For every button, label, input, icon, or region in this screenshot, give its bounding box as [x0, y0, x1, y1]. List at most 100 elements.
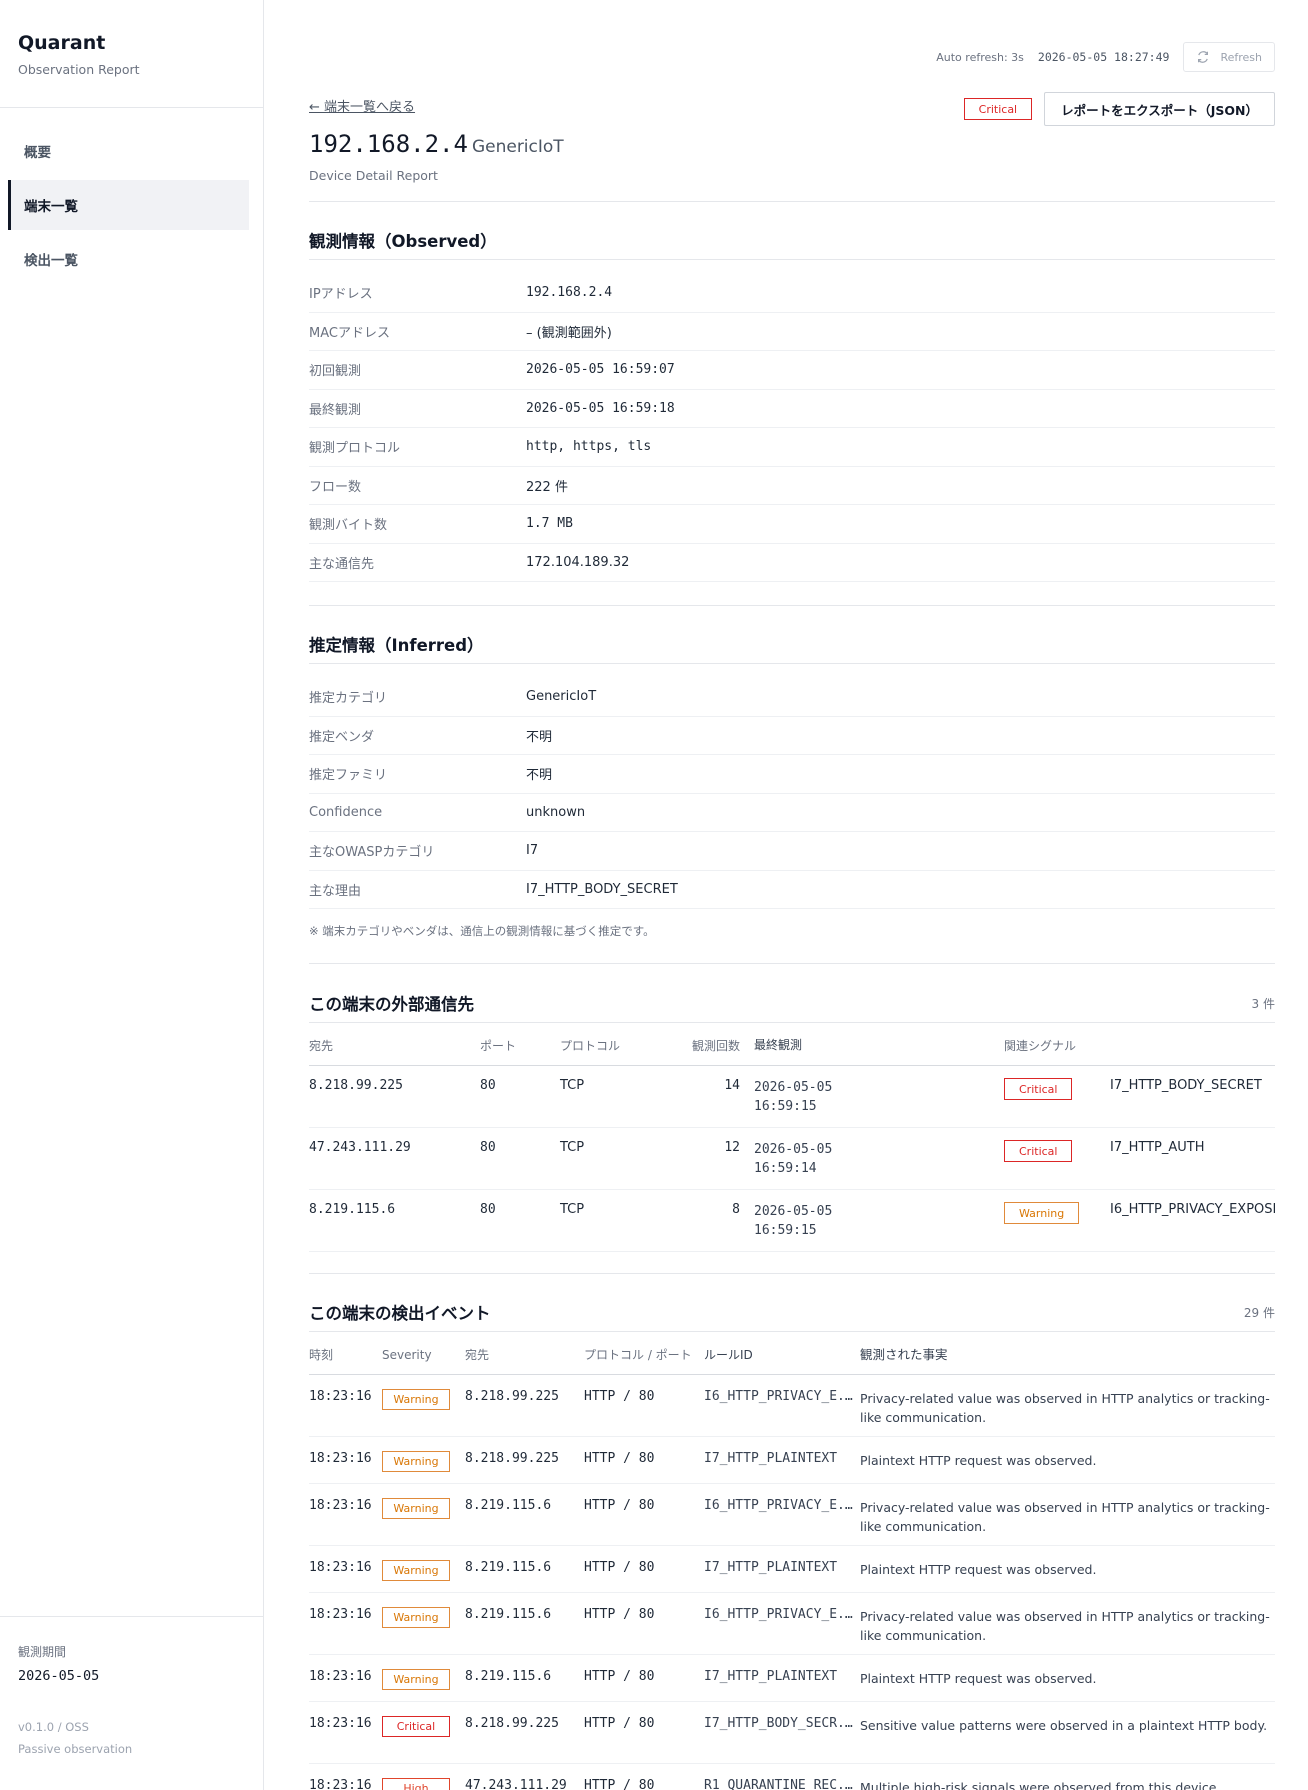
- inferred-row-key: 主なOWASPカテゴリ: [309, 845, 435, 861]
- destination-port: 80: [480, 1140, 496, 1155]
- destination-last-seen: 2026-05-05 16:59:14: [754, 1140, 1004, 1178]
- event-rule-id[interactable]: I7_HTTP_PLAINTEXT: [704, 1560, 860, 1575]
- event-time: 18:23:16: [309, 1560, 372, 1575]
- destinations-table: 宛先 ポート プロトコル 観測回数 最終観測 関連シグナル 8.218.99.2…: [309, 1026, 1275, 1252]
- events-table: 時刻 Severity 宛先 プロトコル / ポート ルールID 観測された事実…: [309, 1335, 1275, 1790]
- event-observed-fact: Privacy-related value was observed in HT…: [860, 1391, 1270, 1425]
- inferred-row: 推定ファミリ 不明: [309, 755, 1275, 794]
- sidebar-item-overview[interactable]: 概要: [8, 126, 249, 176]
- section-divider: [309, 605, 1275, 606]
- destination-protocol: TCP: [560, 1140, 585, 1155]
- col-protocol: プロトコル: [560, 1039, 621, 1053]
- observed-row-value: http, https, tls: [526, 439, 652, 455]
- event-rule-id[interactable]: I6_HTTP_PRIVACY_E...: [704, 1607, 860, 1622]
- event-observed-fact: Plaintext HTTP request was observed.: [860, 1562, 1097, 1577]
- sidebar-item-detections[interactable]: 検出一覧: [8, 234, 249, 284]
- period-label: 観測期間: [18, 1645, 67, 1659]
- inferred-row: 主なOWASPカテゴリ I7: [309, 832, 1275, 871]
- inferred-row: 推定ベンダ 不明: [309, 717, 1275, 755]
- event-protocol-port: HTTP / 80: [584, 1389, 655, 1404]
- refresh-button[interactable]: Refresh: [1183, 42, 1275, 72]
- last-seen-time: 16:59:15: [754, 1223, 817, 1238]
- event-severity-cell: Warning: [382, 1451, 465, 1472]
- event-severity-cell: Warning: [382, 1607, 465, 1628]
- sidebar-item-devices[interactable]: 端末一覧: [8, 180, 249, 230]
- destination-port: 80: [480, 1078, 496, 1093]
- inference-note: ※ 端末カテゴリやベンダは、通信上の観測情報に基づく推定です。: [309, 924, 655, 938]
- destinations-section-title: この端末の外部通信先: [309, 995, 474, 1014]
- destination-severity-cell: Warning: [1004, 1202, 1110, 1224]
- version-label: v0.1.0 / OSS: [18, 1720, 89, 1734]
- destination-severity-cell: Critical: [1004, 1140, 1110, 1162]
- severity-badge: Warning: [382, 1607, 450, 1628]
- severity-badge: High: [382, 1778, 450, 1790]
- refresh-label: Refresh: [1220, 50, 1262, 64]
- inferred-row-key: 推定カテゴリ: [309, 691, 388, 707]
- severity-badge: Critical: [1004, 1078, 1073, 1100]
- sidebar-nav: 概要 端末一覧 検出一覧: [0, 108, 263, 284]
- severity-badge: Warning: [382, 1389, 450, 1410]
- destination-signal: I7_HTTP_AUTH: [1110, 1140, 1205, 1155]
- destination-count: 14: [724, 1078, 740, 1093]
- inferred-info-list: 推定カテゴリ GenericIoT 推定ベンダ 不明 推定ファミリ 不明 Confidenc…: [309, 678, 1275, 909]
- event-protocol-port: HTTP / 80: [584, 1498, 655, 1513]
- event-destination: 8.219.115.6: [465, 1669, 552, 1684]
- event-row[interactable]: 18:23:16 Warning 8.219.115.6 HTTP / 80 I7_HT…: [309, 1546, 1275, 1593]
- event-row[interactable]: 18:23:16 Warning 8.218.99.225 HTTP / 80 I6_H…: [309, 1375, 1275, 1437]
- event-severity-cell: Warning: [382, 1498, 465, 1519]
- destinations-count: 3 件: [1251, 997, 1275, 1011]
- observed-row-key: 観測バイト数: [309, 518, 388, 534]
- col-observed-fact: 観測された事実: [860, 1347, 948, 1362]
- observed-row: フロー数 222 件: [309, 467, 1275, 505]
- event-rule-id[interactable]: I7_HTTP_PLAINTEXT: [704, 1669, 860, 1684]
- observed-row-value: – (観測範囲外): [526, 325, 612, 341]
- event-row[interactable]: 18:23:16 Critical 8.218.99.225 HTTP / 80 I7_…: [309, 1702, 1275, 1764]
- event-row[interactable]: 18:23:16 Warning 8.219.115.6 HTTP / 80 I6_HT…: [309, 1593, 1275, 1655]
- event-rule-id[interactable]: I7_HTTP_BODY_SECR...: [704, 1716, 860, 1731]
- period-value: 2026-05-05: [18, 1668, 100, 1684]
- event-destination: 8.218.99.225: [465, 1389, 559, 1404]
- event-time: 18:23:16: [309, 1669, 372, 1684]
- observed-row-value: 2026-05-05 16:59:07: [526, 362, 675, 378]
- event-rule-id[interactable]: I6_HTTP_PRIVACY_E...: [704, 1498, 860, 1513]
- col-last-seen: 最終観測: [754, 1038, 803, 1052]
- destination-count: 12: [724, 1140, 740, 1155]
- event-row[interactable]: 18:23:16 High 47.243.111.29 HTTP / 80 R1_QUA…: [309, 1764, 1275, 1790]
- destination-row[interactable]: 47.243.111.29 80 TCP 12 2026-05-05 16:59:14 Cr…: [309, 1128, 1275, 1190]
- last-seen-time: 16:59:15: [754, 1099, 817, 1114]
- export-json-button[interactable]: レポートをエクスポート（JSON）: [1044, 92, 1275, 126]
- event-destination: 8.219.115.6: [465, 1498, 552, 1513]
- event-row[interactable]: 18:23:16 Warning 8.219.115.6 HTTP / 80 I7_HT…: [309, 1655, 1275, 1702]
- event-rule-id[interactable]: R1_QUARANTINE_REC...: [704, 1778, 860, 1790]
- destination-row[interactable]: 8.219.115.6 80 TCP 8 2026-05-05 16:59:15 Warni…: [309, 1190, 1275, 1252]
- inferred-section-title: 推定情報（Inferred）: [309, 636, 484, 655]
- observed-info-list: IPアドレス 192.168.2.4 MACアドレス – (観測範囲外) 初回観測 202…: [309, 274, 1275, 582]
- events-table-header: 時刻 Severity 宛先 プロトコル / ポート ルールID 観測された事実: [309, 1335, 1275, 1375]
- event-severity-cell: Warning: [382, 1560, 465, 1581]
- observed-row: 最終観測 2026-05-05 16:59:18: [309, 390, 1275, 428]
- event-destination: 8.218.99.225: [465, 1716, 559, 1731]
- destinations-rows: 8.218.99.225 80 TCP 14 2026-05-05 16:59:15 Cri…: [309, 1066, 1275, 1252]
- last-seen-date: 2026-05-05: [754, 1142, 833, 1157]
- inferred-row-value: I7_HTTP_BODY_SECRET: [526, 881, 678, 897]
- back-to-devices-link[interactable]: ← 端末一覧へ戻る: [309, 96, 415, 115]
- event-row[interactable]: 18:23:16 Warning 8.218.99.225 HTTP / 80 I7_H…: [309, 1437, 1275, 1484]
- destination-row[interactable]: 8.218.99.225 80 TCP 14 2026-05-05 16:59:15 Cri…: [309, 1066, 1275, 1128]
- observed-row: 観測バイト数 1.7 MB: [309, 505, 1275, 544]
- severity-badge: Warning: [1004, 1202, 1080, 1224]
- brand: Quarant Observation Report: [0, 0, 263, 108]
- event-time: 18:23:16: [309, 1716, 372, 1731]
- event-rule-id[interactable]: I6_HTTP_PRIVACY_E...: [704, 1389, 860, 1404]
- event-rule-id[interactable]: I7_HTTP_PLAINTEXT: [704, 1451, 860, 1466]
- event-destination: 47.243.111.29: [465, 1778, 567, 1790]
- observed-row: MACアドレス – (観測範囲外): [309, 313, 1275, 351]
- topbar: Auto refresh: 3s 2026-05-05 18:27:49 Ref…: [936, 42, 1275, 72]
- observed-row: IPアドレス 192.168.2.4: [309, 274, 1275, 313]
- event-protocol-port: HTTP / 80: [584, 1607, 655, 1622]
- events-rows: 18:23:16 Warning 8.218.99.225 HTTP / 80 I6_H…: [309, 1375, 1275, 1790]
- severity-badge: Critical: [1004, 1140, 1073, 1162]
- destination-protocol: TCP: [560, 1078, 585, 1093]
- destination-count: 8: [732, 1202, 740, 1217]
- event-row[interactable]: 18:23:16 Warning 8.219.115.6 HTTP / 80 I6_HT…: [309, 1484, 1275, 1546]
- event-observed-fact: Sensitive value patterns were observed i…: [860, 1718, 1268, 1733]
